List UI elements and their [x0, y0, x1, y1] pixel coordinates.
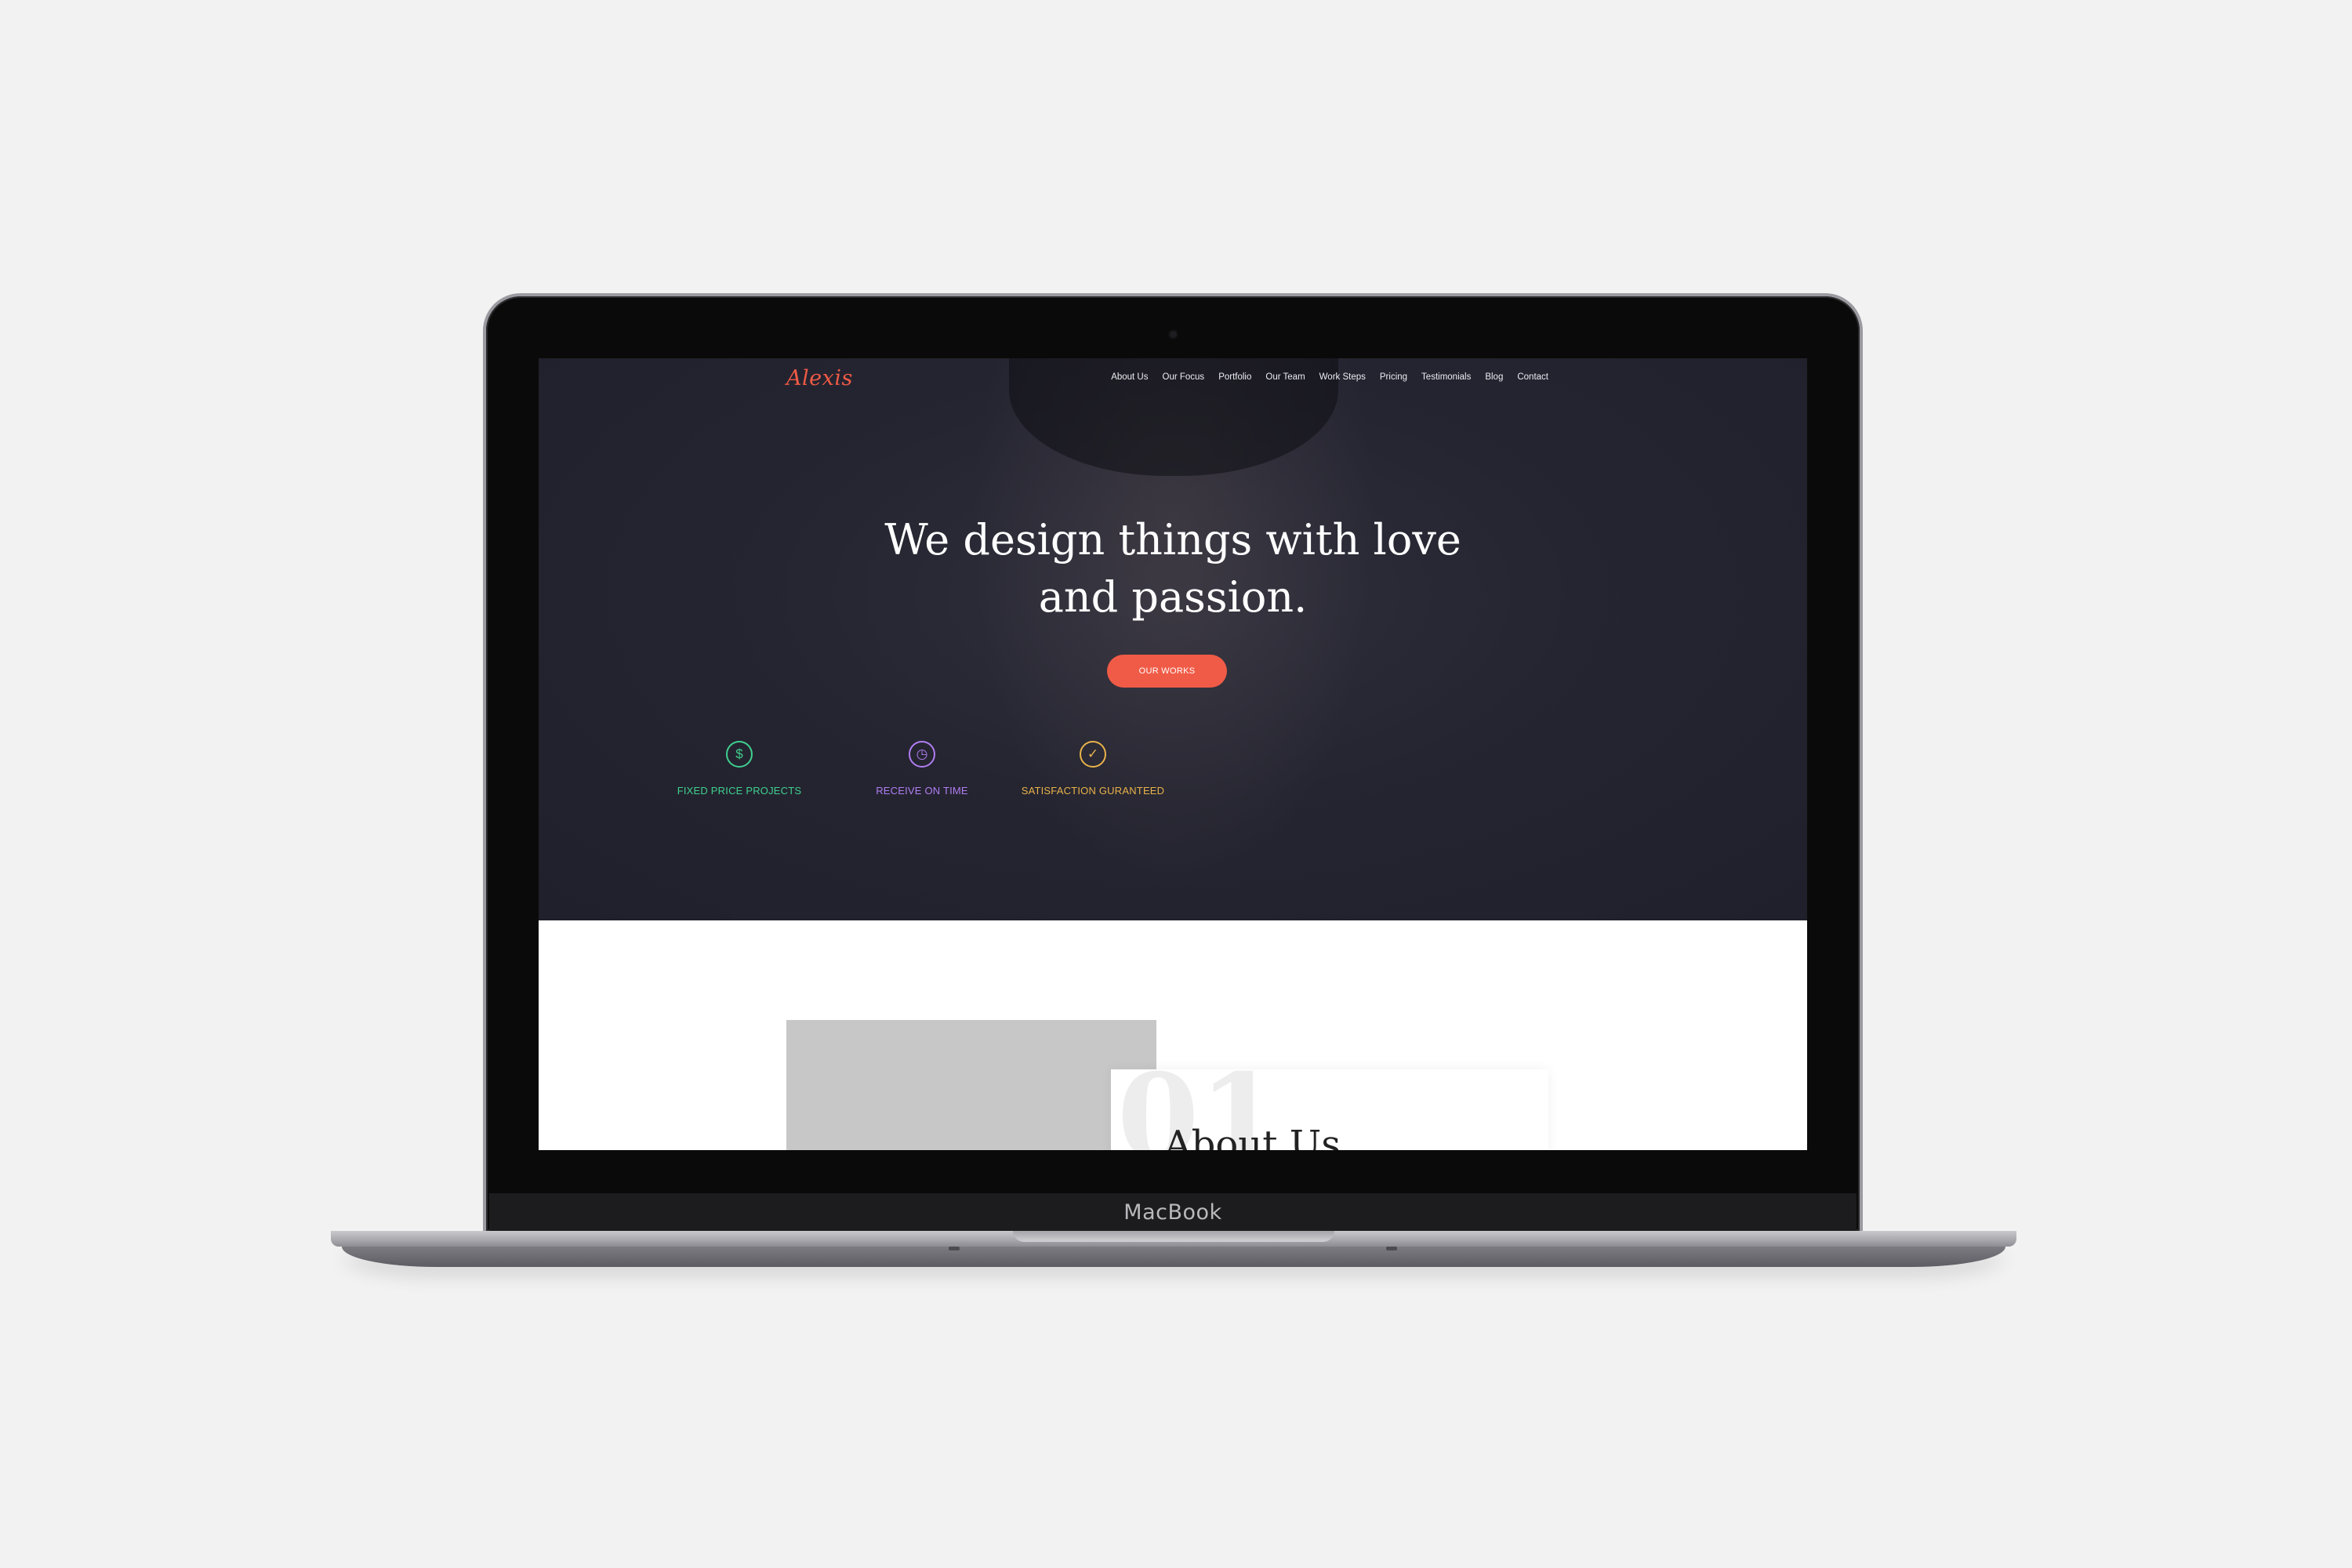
about-card: 01 About Us	[1111, 1069, 1548, 1150]
about-title: About Us	[1164, 1123, 1341, 1150]
hero-section: Alexis About Us Our Focus Portfolio Our …	[539, 358, 1807, 920]
about-section: 01 About Us	[539, 920, 1807, 1150]
nav-item-about-us[interactable]: About Us	[1111, 372, 1148, 382]
nav-item-our-team[interactable]: Our Team	[1265, 372, 1305, 382]
feature-receive-on-time: ◷ RECEIVE ON TIME	[828, 741, 1016, 797]
feature-satisfaction: ✓ SATISFACTION GURANTEED	[999, 741, 1187, 797]
feature-label: SATISFACTION GURANTEED	[1021, 785, 1165, 797]
device-brand-label: MacBook	[1123, 1200, 1222, 1225]
camera-icon	[1170, 331, 1177, 338]
clock-circle-icon: ◷	[909, 741, 935, 768]
hero-headline-line1: We design things with love	[884, 515, 1461, 564]
laptop-notch	[1013, 1231, 1334, 1242]
nav-item-portfolio[interactable]: Portfolio	[1218, 372, 1251, 382]
laptop-foot	[1386, 1247, 1397, 1250]
about-image-placeholder	[786, 1020, 1156, 1150]
nav-item-contact[interactable]: Contact	[1517, 372, 1548, 382]
feature-label: FIXED PRICE PROJECTS	[677, 785, 802, 797]
laptop-screen: Alexis About Us Our Focus Portfolio Our …	[539, 358, 1807, 1150]
check-circle-icon: ✓	[1080, 741, 1106, 768]
nav-item-work-steps[interactable]: Work Steps	[1319, 372, 1366, 382]
nav-item-pricing[interactable]: Pricing	[1380, 372, 1407, 382]
nav-item-testimonials[interactable]: Testimonials	[1421, 372, 1471, 382]
our-works-button[interactable]: OUR WORKS	[1107, 655, 1227, 688]
nav-item-our-focus[interactable]: Our Focus	[1163, 372, 1205, 382]
laptop-chin: MacBook	[489, 1193, 1857, 1231]
feature-fixed-price: $ FIXED PRICE PROJECTS	[645, 741, 833, 797]
nav-item-blog[interactable]: Blog	[1485, 372, 1503, 382]
hero-headline: We design things with love and passion.	[539, 511, 1807, 626]
site-logo[interactable]: Alexis	[786, 366, 853, 390]
feature-label: RECEIVE ON TIME	[876, 785, 968, 797]
dollar-circle-icon: $	[726, 741, 753, 768]
hero-headline-line2: and passion.	[1038, 572, 1308, 622]
laptop-base-bottom	[342, 1247, 2005, 1267]
laptop-foot	[949, 1247, 960, 1250]
main-nav: About Us Our Focus Portfolio Our Team Wo…	[1056, 372, 1548, 382]
mockup-stage: MacBook Alexis About Us Our Focus Portfo…	[0, 0, 2352, 1568]
